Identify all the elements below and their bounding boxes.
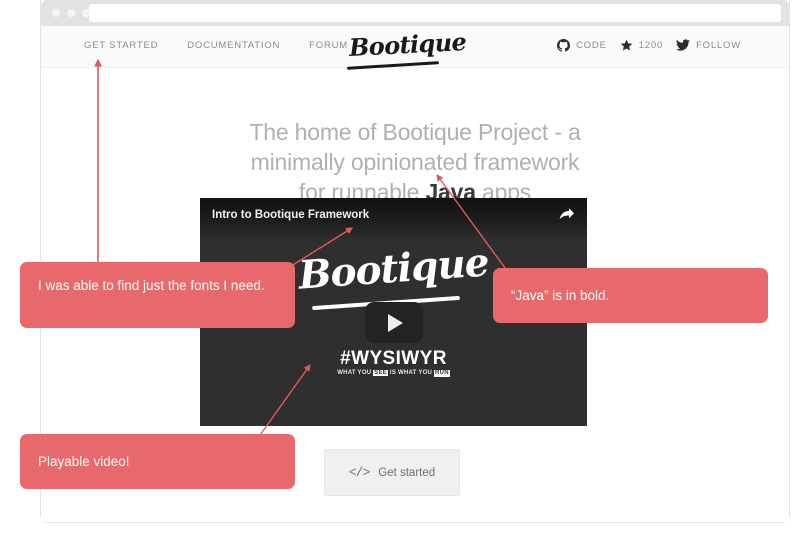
hero-heading: The home of Bootique Project - a minimal… bbox=[41, 117, 789, 207]
social-link-stars[interactable]: 1200 bbox=[620, 39, 663, 52]
tagline-part-3: IS WHAT YOU bbox=[388, 370, 435, 376]
nav-get-started[interactable]: GET STARTED bbox=[84, 40, 158, 51]
get-started-button[interactable]: </> Get started bbox=[324, 449, 460, 496]
url-input[interactable] bbox=[89, 4, 781, 22]
play-icon[interactable] bbox=[364, 302, 423, 343]
video-hashtag: #WYSIWYR bbox=[340, 348, 447, 369]
share-arrow-icon[interactable] bbox=[558, 207, 574, 221]
window-minimize-dot[interactable] bbox=[67, 9, 75, 17]
tagline-part-1: WHAT YOU bbox=[337, 370, 374, 376]
star-icon bbox=[620, 39, 633, 52]
github-icon bbox=[557, 39, 571, 52]
browser-chrome-bar bbox=[41, 0, 789, 26]
social-navigation: CODE 1200 FOLLOW bbox=[557, 39, 741, 52]
social-link-code[interactable]: CODE bbox=[557, 39, 607, 52]
social-label-follow: FOLLOW bbox=[696, 40, 741, 51]
tagline-highlight-run: RUN bbox=[434, 370, 450, 377]
video-title[interactable]: Intro to Bootique Framework bbox=[212, 209, 369, 221]
twitter-icon bbox=[676, 39, 691, 52]
callout-fonts[interactable]: I was able to find just the fonts I need… bbox=[20, 262, 295, 328]
primary-navigation: GET STARTED DOCUMENTATION FORUM bbox=[84, 40, 348, 51]
window-close-dot[interactable] bbox=[52, 9, 60, 17]
callout-java[interactable]: “Java” is in bold. bbox=[493, 268, 768, 323]
brand-logo[interactable]: Bootique bbox=[348, 27, 467, 62]
tagline-highlight-see: SEE bbox=[373, 370, 388, 376]
code-brackets-icon: </> bbox=[348, 465, 370, 480]
callout-video[interactable]: Playable video! bbox=[20, 434, 295, 489]
social-link-follow[interactable]: FOLLOW bbox=[676, 39, 741, 52]
play-triangle bbox=[388, 313, 403, 332]
get-started-label: Get started bbox=[378, 466, 436, 479]
video-tagline: WHAT YOU SEE IS WHAT YOU RUN bbox=[200, 370, 587, 377]
hero-line-1: The home of Bootique Project - a bbox=[249, 119, 581, 146]
social-label-code: CODE bbox=[576, 40, 607, 51]
nav-forum[interactable]: FORUM bbox=[309, 40, 348, 51]
nav-documentation[interactable]: DOCUMENTATION bbox=[187, 40, 280, 51]
window-controls[interactable] bbox=[52, 9, 90, 17]
social-label-star-count: 1200 bbox=[638, 40, 664, 51]
site-header: GET STARTED DOCUMENTATION FORUM Bootique… bbox=[41, 26, 789, 70]
brand-logo-underline bbox=[346, 61, 440, 70]
hero-line-2: minimally opinionated framework bbox=[250, 149, 580, 176]
